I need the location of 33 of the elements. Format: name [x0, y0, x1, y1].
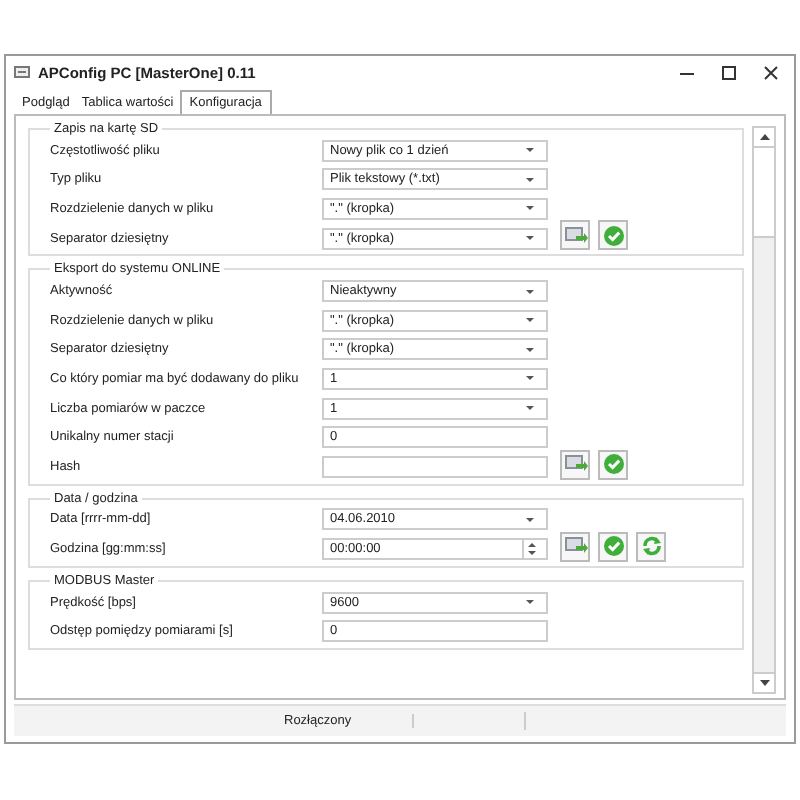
apply-button[interactable]: [598, 531, 628, 562]
caret-icon: [526, 236, 534, 241]
caret-icon: [526, 289, 534, 294]
check-icon: [601, 223, 625, 248]
input-field[interactable]: [322, 455, 548, 478]
caret-icon: [526, 376, 534, 381]
send-icon: [563, 223, 587, 248]
caret-icon: [526, 177, 534, 182]
caret-icon: [526, 517, 534, 522]
caret-icon: [526, 148, 534, 153]
caret-icon: [526, 347, 534, 352]
caret-icon: [526, 600, 534, 605]
check-icon: [601, 534, 625, 559]
scrollbar[interactable]: [752, 126, 776, 694]
close-icon: [764, 65, 778, 79]
caret-icon: [526, 406, 534, 411]
send-button[interactable]: [560, 449, 590, 480]
up-arrow-icon: [759, 134, 769, 140]
refresh-button[interactable]: [636, 531, 666, 562]
maximize-icon: [722, 65, 736, 79]
caret-icon: [526, 206, 534, 211]
scroll-thumb[interactable]: [754, 148, 774, 238]
apply-button[interactable]: [598, 220, 628, 251]
refresh-icon: [639, 534, 663, 559]
caret-icon: [526, 318, 534, 323]
check-icon: [601, 452, 625, 477]
down-arrow-icon: [759, 680, 769, 686]
app-icon: [14, 64, 30, 80]
apply-button[interactable]: [598, 449, 628, 480]
up-down-arrows-icon: [526, 539, 538, 558]
send-button[interactable]: [560, 220, 590, 251]
spin-buttons[interactable]: [522, 539, 540, 558]
send-button[interactable]: [560, 531, 590, 562]
